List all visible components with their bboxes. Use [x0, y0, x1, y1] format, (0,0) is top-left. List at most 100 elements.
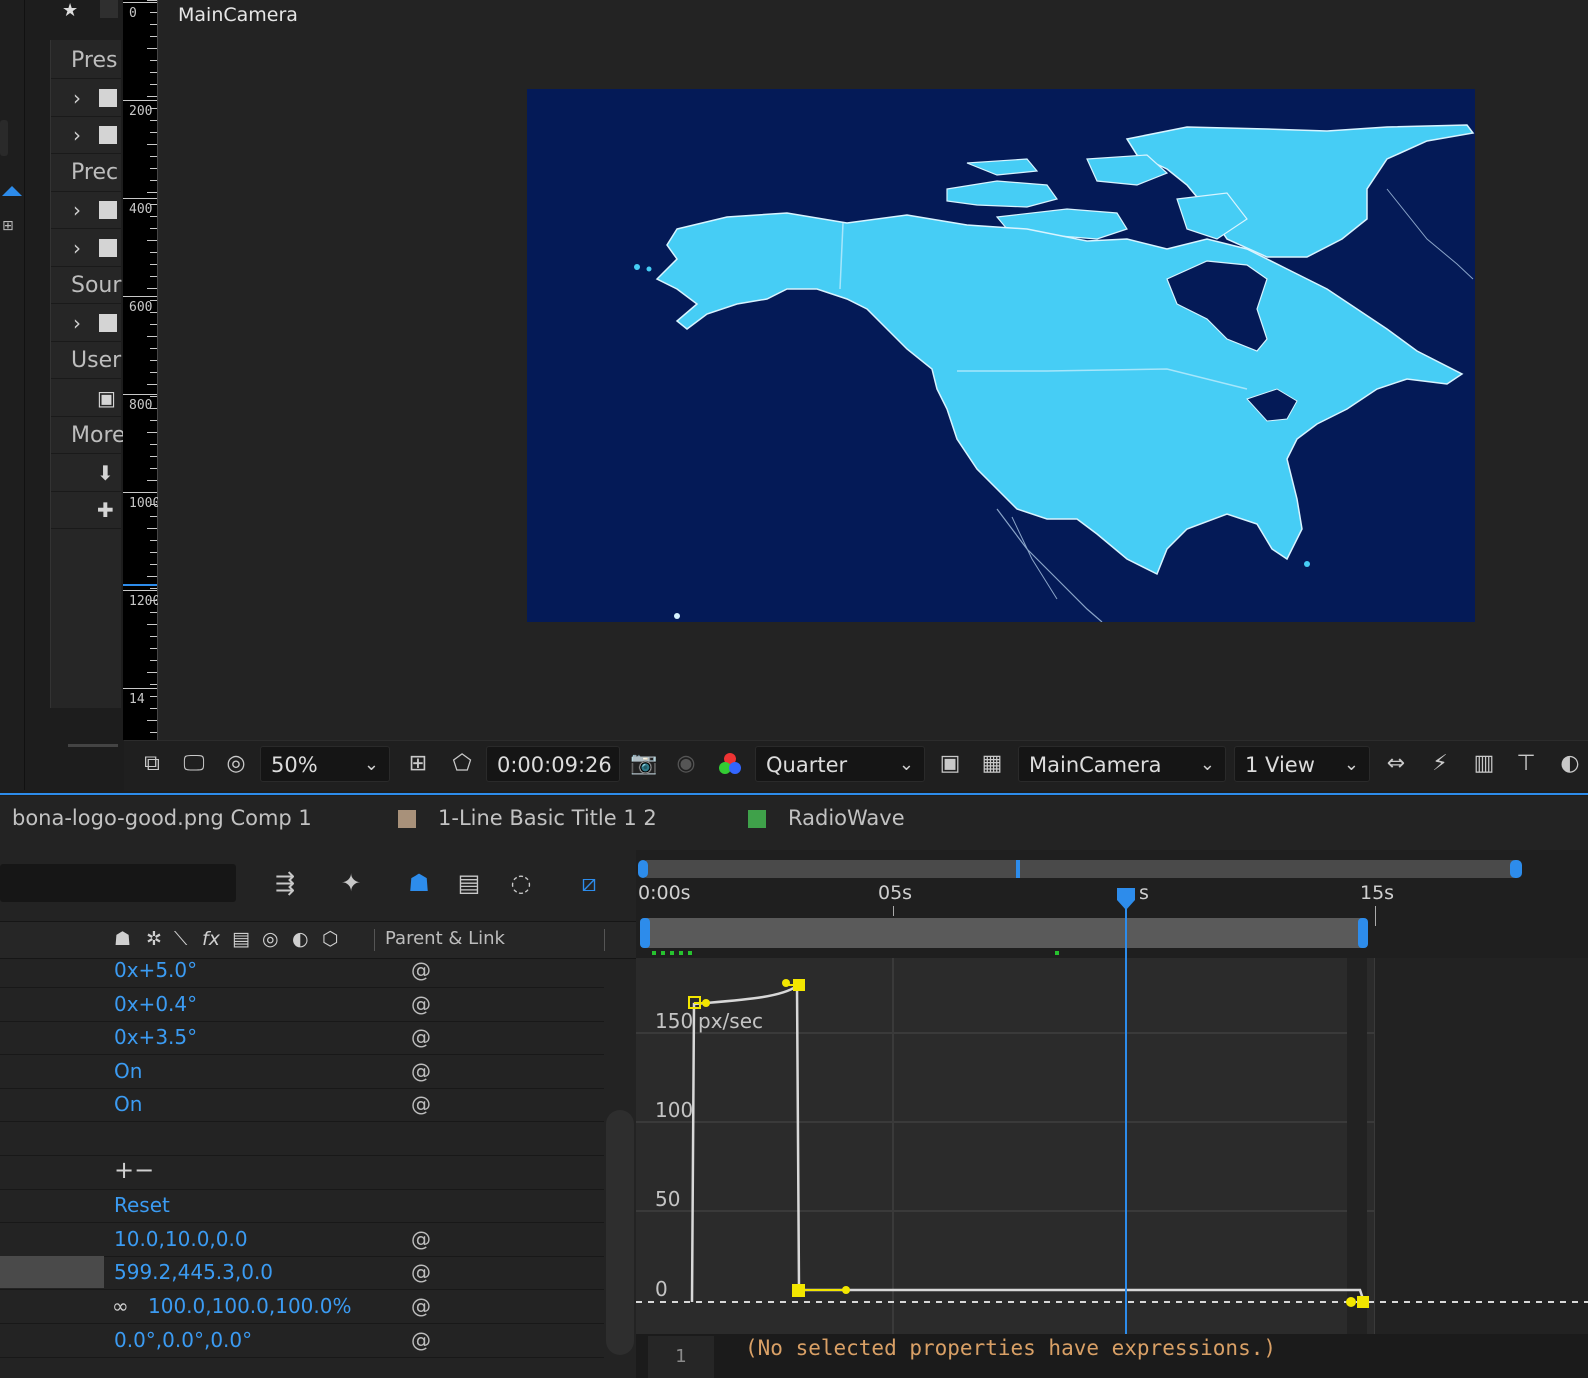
channel-rgb-icon[interactable] [716, 750, 744, 778]
preset-section-header[interactable]: Sour [51, 267, 121, 304]
expression-pickwhip-icon[interactable]: @ [410, 1060, 432, 1082]
shy-layers-icon[interactable]: ☗ [402, 866, 436, 900]
action-row[interactable]: ▣ [51, 380, 121, 417]
property-value[interactable]: 10.0,10.0,0.0 [114, 1227, 248, 1251]
hierarchy-icon[interactable]: ⊞ [2, 218, 14, 234]
new-folder-icon[interactable]: ▣ [97, 386, 116, 410]
toggle-pixel-aspect-icon[interactable]: ⇔ [1382, 750, 1410, 778]
expression-pickwhip-icon[interactable]: @ [410, 1026, 432, 1048]
action-row[interactable]: ✚ [51, 492, 121, 529]
property-value[interactable]: Reset [114, 1193, 170, 1217]
timeline-icon[interactable]: ▥ [1470, 750, 1498, 778]
constrain-proportions-icon[interactable]: ∞ [112, 1294, 129, 1318]
region-of-interest-icon[interactable]: ⬠ [448, 750, 476, 778]
property-value[interactable]: 0x+3.5° [114, 1025, 197, 1049]
plus-icon[interactable]: ✚ [97, 498, 114, 522]
preset-section-header[interactable]: More [51, 417, 126, 454]
chevron-right-icon[interactable]: › [73, 123, 93, 147]
safe-zones-icon[interactable]: ⊞ [404, 750, 432, 778]
current-time-display[interactable]: 0:00:09:26 [486, 746, 620, 782]
close-tab-icon[interactable] [100, 0, 118, 18]
transparency-grid-icon[interactable]: ▦ [978, 750, 1006, 778]
property-value[interactable]: 0x+5.0° [114, 958, 197, 982]
graph-y-label: 0 [655, 1277, 668, 1301]
property-value[interactable]: +− [114, 1156, 154, 1184]
star-icon[interactable]: ★ [62, 0, 78, 21]
download-icon[interactable]: ⬇ [97, 461, 114, 485]
chevron-right-icon[interactable]: › [73, 198, 93, 222]
folder-row[interactable]: › [51, 230, 121, 267]
property-value[interactable]: On [114, 1059, 142, 1083]
monitor-icon[interactable]: 🖵 [180, 750, 208, 778]
collapsed-panel-handle[interactable] [0, 120, 8, 156]
graph-y-label: 100 [655, 1098, 694, 1122]
tab-radiowave[interactable]: RadioWave [788, 806, 905, 830]
fast-render-icon[interactable]: ⚡ [1426, 750, 1454, 778]
frame-blending-icon[interactable]: ▤ [452, 866, 486, 900]
ruler-tick [150, 12, 157, 13]
layer-search-input[interactable] [0, 864, 236, 902]
motion-blur-icon[interactable]: ◌ [504, 866, 538, 900]
property-value[interactable]: 0x+0.4° [114, 992, 197, 1016]
chevron-right-icon[interactable]: › [73, 86, 93, 110]
value-graph-area[interactable] [636, 958, 1588, 1334]
mask-visibility-icon[interactable]: ◎ [222, 750, 250, 778]
playhead-handle[interactable] [1115, 886, 1137, 912]
snapshot-camera-icon[interactable]: 📷 [630, 750, 658, 778]
column-divider [374, 929, 375, 951]
tab-line-basic-title[interactable]: 1-Line Basic Title 1 2 [438, 806, 657, 830]
expression-pickwhip-icon[interactable]: @ [410, 959, 432, 981]
navigator-end-handle[interactable] [1510, 860, 1522, 878]
always-preview-icon[interactable]: ⧉ [138, 750, 166, 778]
show-snapshot-icon[interactable]: ◉ [672, 750, 700, 778]
draft-3d-icon[interactable]: ✦ [334, 866, 368, 900]
ruler-tick [150, 348, 157, 349]
expression-pickwhip-icon[interactable]: @ [410, 993, 432, 1015]
expression-text[interactable]: (No selected properties have expressions… [745, 1336, 1276, 1360]
preset-section-header[interactable]: Prec [51, 155, 121, 192]
work-area-bar[interactable] [644, 918, 1364, 948]
tab-bona-logo-comp[interactable]: bona-logo-good.png Comp 1 [12, 806, 312, 830]
property-value[interactable]: On [114, 1092, 142, 1116]
property-value[interactable]: 599.2,445.3,0.0 [114, 1260, 273, 1284]
folder-row[interactable]: › [51, 117, 121, 154]
property-value[interactable]: 100.0,100.0,100.0% [148, 1294, 352, 1318]
expression-pickwhip-icon[interactable]: @ [410, 1261, 432, 1283]
preset-section-header[interactable]: Pres [51, 42, 121, 79]
property-value[interactable]: 0.0°,0.0°,0.0° [114, 1328, 252, 1352]
flowchart-icon[interactable]: ⊤ [1512, 750, 1540, 778]
ruler-tick [150, 168, 157, 169]
reset-exposure-icon[interactable]: ◐ [1556, 750, 1584, 778]
chevron-right-icon[interactable]: › [73, 236, 93, 260]
work-area-end-handle[interactable] [1358, 918, 1368, 948]
chevron-right-icon[interactable]: › [73, 311, 93, 335]
camera-view-dropdown[interactable]: MainCamera ⌄ [1018, 746, 1226, 782]
expression-pickwhip-icon[interactable]: @ [410, 1329, 432, 1351]
layer-panel-scrollbar[interactable] [606, 1110, 634, 1355]
folder-row[interactable]: › [51, 305, 121, 342]
ruler-label: 400 [129, 202, 153, 217]
time-navigator-bar[interactable] [644, 860, 1516, 878]
expression-pickwhip-icon[interactable]: @ [410, 1093, 432, 1115]
folder-row[interactable]: › [51, 80, 121, 117]
work-area-start-handle[interactable] [640, 918, 650, 948]
preset-section-header[interactable]: User [51, 342, 121, 379]
resolution-value: Quarter [766, 753, 848, 777]
action-row[interactable]: ⬇ [51, 455, 121, 492]
zoom-dropdown[interactable]: 50% ⌄ [260, 746, 390, 782]
fast-previews-icon[interactable]: ▣ [936, 750, 964, 778]
ruler-tick [150, 252, 157, 253]
composition-flowchart-icon[interactable]: ⇶ [268, 866, 302, 900]
navigator-start-handle[interactable] [638, 860, 648, 878]
resolution-dropdown[interactable]: Quarter ⌄ [755, 746, 925, 782]
adjustment-switch-icon: ◐ [292, 928, 309, 950]
expression-pickwhip-icon[interactable]: @ [410, 1295, 432, 1317]
composition-frame[interactable] [527, 89, 1475, 622]
graph-editor-icon[interactable]: ⧄ [572, 866, 606, 900]
folder-row[interactable]: › [51, 192, 121, 229]
property-row: On @ [0, 1055, 604, 1089]
view-layout-dropdown[interactable]: 1 View ⌄ [1234, 746, 1370, 782]
ruler-label: 14 [129, 692, 145, 707]
ruler-label: 200 [129, 104, 153, 119]
expression-pickwhip-icon[interactable]: @ [410, 1228, 432, 1250]
